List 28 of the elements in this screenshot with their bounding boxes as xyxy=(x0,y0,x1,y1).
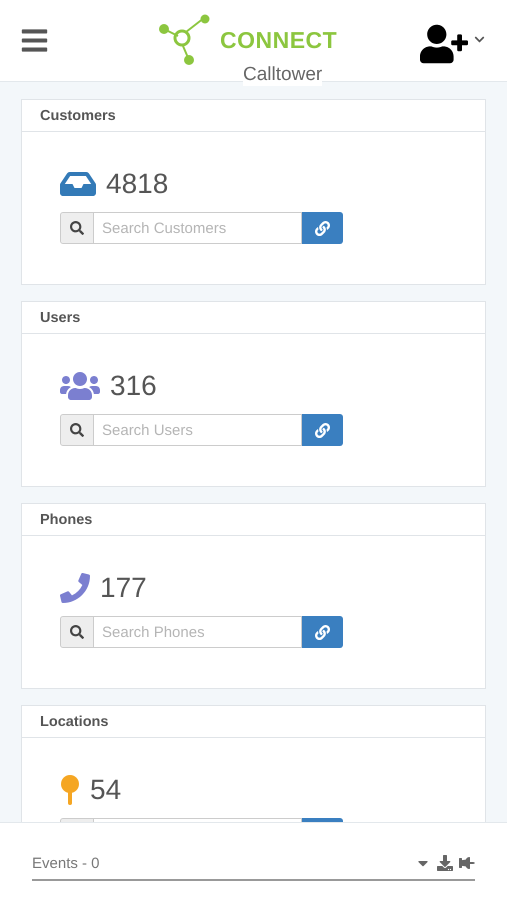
count: 177 xyxy=(100,572,147,604)
brand-name: CONNECT xyxy=(220,26,338,54)
link-button[interactable] xyxy=(302,414,343,446)
search-field[interactable]: Search Users xyxy=(94,414,302,446)
card-title: Customers xyxy=(40,108,116,124)
pushpin-icon xyxy=(60,775,80,805)
card-title: Phones xyxy=(40,512,92,528)
count: 54 xyxy=(90,774,122,806)
search-field[interactable]: Search Phones xyxy=(94,616,302,648)
pin-icon[interactable] xyxy=(459,855,475,871)
link-button[interactable] xyxy=(302,616,343,648)
search-icon xyxy=(70,221,84,235)
link-icon xyxy=(315,624,330,640)
link-icon xyxy=(315,220,330,236)
events-label: Events - 0 xyxy=(32,854,100,872)
card-title: Locations xyxy=(40,714,108,730)
tenant-name: Calltower xyxy=(243,64,322,86)
card-title: Users xyxy=(40,310,80,326)
count: 316 xyxy=(110,370,157,402)
count: 4818 xyxy=(106,168,168,200)
download-icon[interactable] xyxy=(437,855,453,871)
chevron-icon[interactable] xyxy=(474,34,485,45)
phone-icon xyxy=(60,573,90,603)
search-icon xyxy=(70,625,84,639)
search-field[interactable]: Search Customers xyxy=(94,212,302,244)
link-icon xyxy=(315,422,330,438)
link-button[interactable] xyxy=(302,212,343,244)
search-icon xyxy=(70,423,84,437)
